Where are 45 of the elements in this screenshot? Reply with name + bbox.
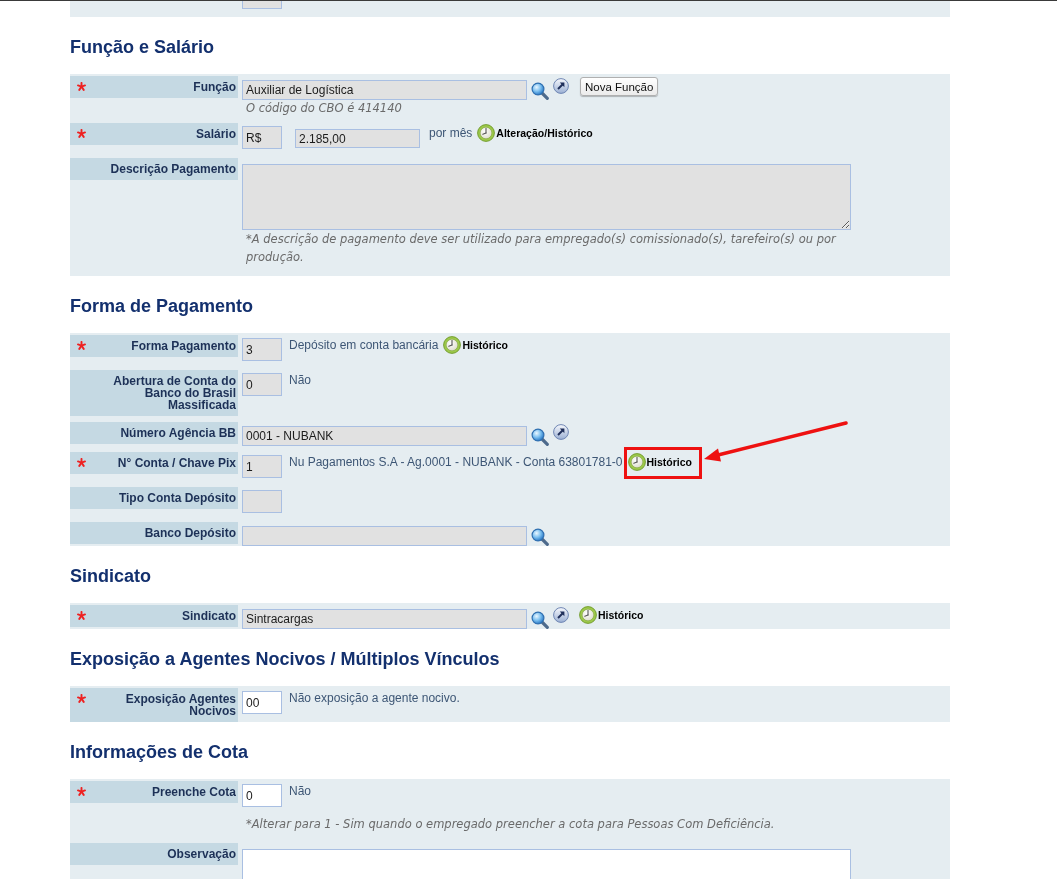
text-field[interactable]: 00 (242, 691, 282, 714)
arrow-circle-icon[interactable] (553, 424, 569, 440)
history-link[interactable]: Histórico (443, 336, 508, 354)
search-icon[interactable] (531, 428, 549, 446)
field-label: Função (192, 81, 236, 93)
clock-icon (627, 453, 646, 471)
section-heading: Forma de Pagamento (70, 296, 255, 316)
field-label: Tipo Conta Depósito (117, 492, 236, 504)
search-icon[interactable] (531, 528, 549, 546)
hint-text: *Alterar para 1 - Sim quando o empregado preencher a cota para Pessoas Com Deficiência. (245, 816, 775, 833)
search-icon[interactable] (531, 611, 549, 629)
history-link[interactable]: Histórico (627, 453, 693, 471)
field-label: Banco Depósito (143, 527, 236, 539)
field-label: Observação (166, 848, 236, 860)
inline-text: Não exposição a agente nocivo. (289, 691, 460, 705)
section-heading: Função e Salário (70, 37, 216, 57)
field-label: Sindicato (181, 610, 236, 622)
clock-icon (579, 606, 597, 624)
history-link[interactable]: Histórico (579, 606, 644, 624)
arrow-circle-icon[interactable] (553, 607, 569, 623)
hint-text: O código do CBO é 414140 (245, 100, 402, 117)
history-link[interactable]: Alteração/Histórico (477, 124, 593, 142)
field-label: Abertura de Conta do Banco do Brasil Massificada (112, 375, 236, 411)
arrow-circle-icon[interactable] (553, 78, 569, 94)
section-heading: Exposição a Agentes Nocivos / Múltiplos Vínculos (70, 649, 501, 669)
section-heading: Informações de Cota (70, 742, 250, 762)
inline-text: Nu Pagamentos S.A - Ag.0001 - NUBANK - Conta 63801781-0 (289, 455, 623, 469)
inline-text: por mês (429, 126, 473, 140)
field-label: Forma Pagamento (130, 340, 236, 352)
field-label: Descrição Pagamento (109, 163, 236, 175)
inline-text: Depósito em conta bancária (289, 338, 439, 352)
text-field[interactable]: 0 (242, 784, 282, 807)
field-label: Número Agência BB (119, 427, 236, 439)
clock-icon (477, 124, 496, 142)
section-heading: Sindicato (70, 566, 152, 586)
field-label: N° Conta / Chave Pix (116, 457, 236, 469)
search-icon[interactable] (531, 82, 549, 100)
field-label: Salário (194, 128, 236, 140)
field-label: Preenche Cota (150, 786, 236, 798)
field-label: Exposição Agentes Nocivos (124, 693, 236, 717)
hint-text: *A descrição de pagamento deve ser utilizado para empregado(s) comissionado(s), tarefeiro(s) ou por produção. (245, 231, 838, 266)
inline-text: Não (289, 784, 311, 798)
inline-text: Não (289, 373, 311, 387)
new-function-button[interactable]: Nova Função (580, 77, 659, 96)
clock-icon (443, 336, 462, 354)
